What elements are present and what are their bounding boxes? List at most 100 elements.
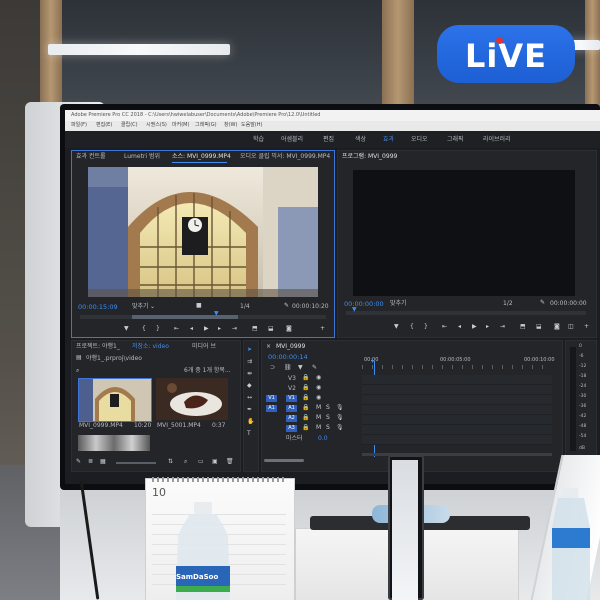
lock-icon[interactable]: 🔒	[302, 405, 309, 411]
add-marker-icon[interactable]: ▼	[298, 365, 303, 371]
track-a1[interactable]: A1	[286, 405, 297, 412]
hand-tool-icon[interactable]: ✋	[247, 419, 254, 425]
new-item-icon[interactable]: ▣	[212, 459, 218, 465]
tab-media-browser[interactable]: 미디어 브	[192, 344, 216, 350]
pen-tool-icon[interactable]: ✒	[247, 407, 252, 413]
program-wrench-icon[interactable]: ✎	[540, 300, 545, 306]
compare-icon[interactable]: ◫	[568, 324, 574, 330]
lock-icon[interactable]: 🔒	[302, 395, 309, 401]
menu-edit[interactable]: 편집(E)	[96, 123, 112, 128]
program-mark-in-icon[interactable]: {	[410, 324, 414, 330]
menu-file[interactable]: 파일(F)	[71, 123, 87, 128]
extract-icon[interactable]: ⬓	[536, 324, 542, 330]
program-resolution[interactable]: 1/2	[503, 301, 513, 307]
program-fit-dropdown[interactable]: 맞추기	[390, 301, 407, 307]
menu-clip[interactable]: 클립(C)	[121, 123, 138, 128]
source-patch-a1[interactable]: A1	[266, 405, 277, 412]
mic-icon[interactable]: 🎙	[336, 415, 344, 421]
track-select-tool-icon[interactable]: ⇉	[247, 359, 252, 365]
program-export-frame-icon[interactable]: ◙	[554, 324, 560, 330]
go-to-in-icon[interactable]: ⇤	[174, 326, 179, 332]
list-view-icon[interactable]: ≣	[88, 459, 93, 465]
tab-audio-clip-mixer[interactable]: 오디오 클립 믹서: MVI_0999.MP4	[240, 154, 330, 160]
insert-clip-icon[interactable]: ■	[196, 303, 202, 309]
eye-icon[interactable]: ◉	[316, 385, 321, 391]
playhead-handle-icon[interactable]: ▾	[371, 359, 374, 365]
source-fit-dropdown[interactable]: 맞추기	[132, 304, 149, 310]
step-forward-icon[interactable]: ▸	[218, 326, 221, 332]
track-a3[interactable]: A3	[286, 425, 297, 432]
lock-icon[interactable]: 🔒	[302, 425, 309, 431]
tab-effect-controls[interactable]: 효과 컨트롤	[76, 154, 106, 160]
tab-lumetri-scopes[interactable]: Lumetri 범위	[124, 154, 160, 160]
program-step-back-icon[interactable]: ◂	[458, 324, 461, 330]
tab-project[interactable]: 프로젝트: 야행1_	[76, 344, 120, 350]
chevron-down-icon[interactable]: ⌄	[150, 304, 155, 310]
mute-icon[interactable]: M	[316, 425, 321, 431]
add-button-icon[interactable]: +	[320, 326, 325, 332]
program-go-to-in-icon[interactable]: ⇤	[442, 324, 447, 330]
mark-in-icon[interactable]: {	[142, 326, 146, 332]
snap-icon[interactable]: ⊃	[270, 365, 275, 371]
step-back-icon[interactable]: ◂	[190, 326, 193, 332]
razor-tool-icon[interactable]: ◆	[247, 383, 252, 389]
track-v1[interactable]: V1	[286, 395, 297, 402]
source-timecode[interactable]: 00:00:15:09	[78, 304, 118, 311]
eye-icon[interactable]: ◉	[316, 375, 321, 381]
master-volume[interactable]: 0.0	[318, 436, 328, 442]
source-resolution[interactable]: 1/4	[240, 304, 250, 310]
track-a2[interactable]: A2	[286, 415, 297, 422]
tab-bin-video[interactable]: 저장소: video	[132, 344, 169, 350]
workspace-learning[interactable]: 학습	[253, 137, 264, 143]
new-bin-icon[interactable]: ▭	[198, 459, 204, 465]
lock-icon[interactable]: 🔒	[302, 415, 309, 421]
menu-sequence[interactable]: 시퀀스(S)	[146, 123, 167, 128]
timeline-timecode[interactable]: 00:00:00:14	[268, 354, 308, 361]
wrench-settings-icon[interactable]: ✎	[312, 365, 317, 371]
slip-tool-icon[interactable]: ↔	[247, 395, 252, 401]
play-icon[interactable]: ▶	[204, 326, 209, 332]
mute-icon[interactable]: M	[316, 415, 321, 421]
program-timecode[interactable]: 00:00:00:00	[344, 301, 384, 308]
lock-icon[interactable]: 🔒	[302, 375, 309, 381]
selection-tool-icon[interactable]: ➤	[247, 347, 252, 353]
workspace-editing[interactable]: 편집	[323, 137, 334, 143]
export-frame-icon[interactable]: ◙	[286, 326, 292, 332]
workspace-libraries[interactable]: 라이브러리	[483, 137, 511, 143]
ripple-edit-tool-icon[interactable]: ⇹	[247, 371, 252, 377]
zoom-slider[interactable]	[116, 462, 156, 464]
overwrite-icon[interactable]: ⬓	[268, 326, 274, 332]
wrench-icon[interactable]: ✎	[284, 303, 289, 309]
clip-thumbnail-1[interactable]	[78, 378, 152, 422]
source-playhead-icon[interactable]: ▼	[214, 311, 219, 317]
workspace-effects[interactable]: 효과	[383, 137, 394, 143]
track-v3[interactable]: V3	[288, 376, 296, 382]
program-marker-icon[interactable]: ▼	[394, 324, 399, 330]
tab-timeline[interactable]: MVI_0999	[276, 344, 305, 350]
mute-icon[interactable]: M	[316, 405, 321, 411]
solo-icon[interactable]: S	[326, 415, 330, 421]
mark-out-icon[interactable]: }	[156, 326, 160, 332]
track-v2[interactable]: V2	[288, 386, 296, 392]
clip-thumbnail-2[interactable]	[156, 378, 228, 420]
tab-source[interactable]: 소스: MVI_0999.MP4	[172, 154, 231, 160]
workspace-audio[interactable]: 오디오	[411, 137, 428, 143]
lock-icon[interactable]: 🔒	[302, 385, 309, 391]
eye-icon[interactable]: ◉	[316, 395, 321, 401]
program-play-icon[interactable]: ▶	[472, 324, 477, 330]
track-area[interactable]	[362, 375, 552, 445]
clip-thumbnail-3[interactable]	[78, 435, 150, 451]
menu-marker[interactable]: 마커(M)	[172, 123, 189, 128]
solo-icon[interactable]: S	[326, 405, 330, 411]
icon-view-icon[interactable]: ▦	[100, 459, 106, 465]
sort-icon[interactable]: ⇅	[168, 459, 173, 465]
go-to-out-icon[interactable]: ⇥	[232, 326, 237, 332]
close-icon[interactable]: ×	[266, 344, 271, 350]
type-tool-icon[interactable]: T	[247, 431, 251, 437]
workspace-graphics[interactable]: 그래픽	[447, 137, 464, 143]
program-mark-out-icon[interactable]: }	[424, 324, 428, 330]
workspace-color[interactable]: 색상	[355, 137, 366, 143]
find-icon[interactable]: ⌕	[184, 459, 187, 465]
source-patch-v1[interactable]: V1	[266, 395, 277, 402]
linked-selection-icon[interactable]: ⛓	[284, 365, 292, 371]
